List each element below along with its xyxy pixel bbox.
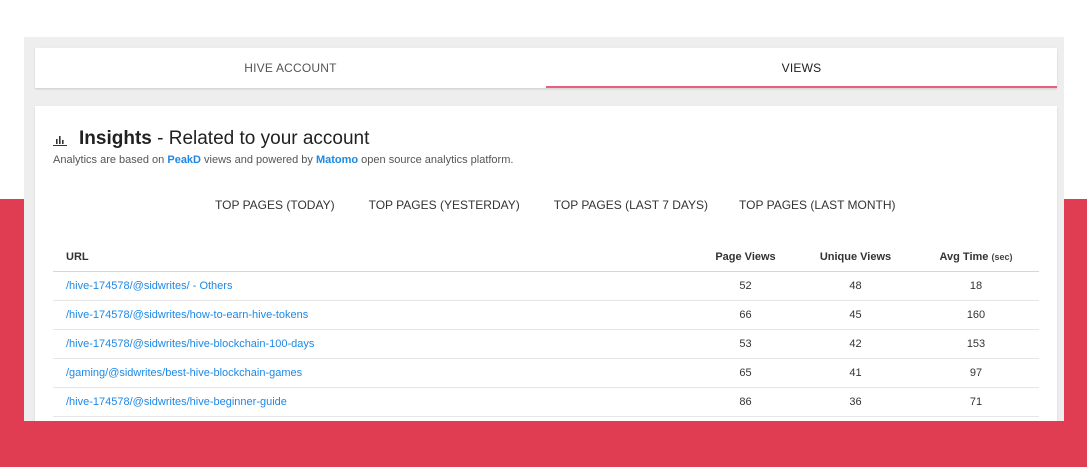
table-row: /gaming/@sidwrites/best-hive-blockchain-… [53,358,1039,388]
table-row: /hive-174578/@sidwrites/hive-beginner-gu… [53,387,1039,417]
unique-views-cell: 48 [798,271,913,301]
subtitle-text: Analytics are based on [53,154,168,166]
page-views-cell: 53 [693,329,798,359]
page-url-link[interactable]: /hive-174578/@sidwrites/hive-beginner-gu… [66,396,287,408]
insights-card: Insights - Related to your account Analy… [35,106,1057,421]
insights-subtitle: Analytics are based on PeakD views and p… [53,154,513,166]
avg-time-cell: 18 [913,271,1039,301]
tab-top-pages-last-month[interactable]: TOP PAGES (LAST MONTH) [739,198,895,212]
table-row: /hive-174578/@sidwrites/hive-blockchain-… [53,329,1039,359]
avg-time-cell: 97 [913,358,1039,388]
tab-top-pages-yesterday[interactable]: TOP PAGES (YESTERDAY) [369,198,520,212]
matomo-link[interactable]: Matomo [316,154,358,166]
tab-top-pages-last-7-days[interactable]: TOP PAGES (LAST 7 DAYS) [554,198,708,212]
insights-title-suffix: - Related to your account [151,128,370,149]
table-header-row: URL Page Views Unique Views Avg Time (se… [53,244,1039,272]
table-row: /hive-174578/@sidwrites/ - Others 52 48 … [53,271,1039,301]
page-url-link[interactable]: /hive-174578/@sidwrites/how-to-earn-hive… [66,309,308,321]
tab-views[interactable]: VIEWS [546,48,1057,88]
unique-views-cell: 42 [798,329,913,359]
header-avg-time-label: Avg Time [939,251,989,264]
header-avg-time[interactable]: Avg Time (sec) [913,244,1039,272]
top-pages-tabs: TOP PAGES (TODAY) TOP PAGES (YESTERDAY) … [215,198,896,212]
avg-time-cell: 71 [913,387,1039,417]
bar-chart-icon [53,133,67,146]
page-views-cell: 66 [693,300,798,330]
tab-bar: HIVE ACCOUNT VIEWS [35,48,1057,88]
page-views-cell: 52 [693,271,798,301]
insights-title: Insights [79,128,152,149]
unique-views-cell: 41 [798,358,913,388]
unique-views-cell: 45 [798,300,913,330]
page-url-link[interactable]: /hive-174578/@sidwrites/hive-blockchain-… [66,338,314,350]
tab-hive-account[interactable]: HIVE ACCOUNT [35,48,546,88]
peakd-link[interactable]: PeakD [167,154,201,166]
tab-top-pages-today[interactable]: TOP PAGES (TODAY) [215,198,335,212]
header-page-views[interactable]: Page Views [693,244,798,272]
subtitle-text: views and powered by [201,154,316,166]
content-panel: HIVE ACCOUNT VIEWS Insights - Related to… [24,37,1064,421]
avg-time-cell: 160 [913,300,1039,330]
page-url-link[interactable]: /gaming/@sidwrites/best-hive-blockchain-… [66,367,302,379]
header-url[interactable]: URL [53,244,693,272]
page-url-link[interactable]: /hive-174578/@sidwrites/ - Others [66,280,232,292]
insights-heading: Insights - Related to your account [53,128,369,150]
page-views-cell: 65 [693,358,798,388]
unique-views-cell: 36 [798,387,913,417]
header-avg-time-unit: (sec) [991,252,1013,263]
subtitle-text: open source analytics platform. [358,154,514,166]
header-unique-views[interactable]: Unique Views [798,244,913,272]
avg-time-cell: 153 [913,329,1039,359]
table-row: /hive-174578/@sidwrites/how-to-earn-hive… [53,300,1039,330]
top-pages-table: URL Page Views Unique Views Avg Time (se… [53,244,1039,417]
page-views-cell: 86 [693,387,798,417]
